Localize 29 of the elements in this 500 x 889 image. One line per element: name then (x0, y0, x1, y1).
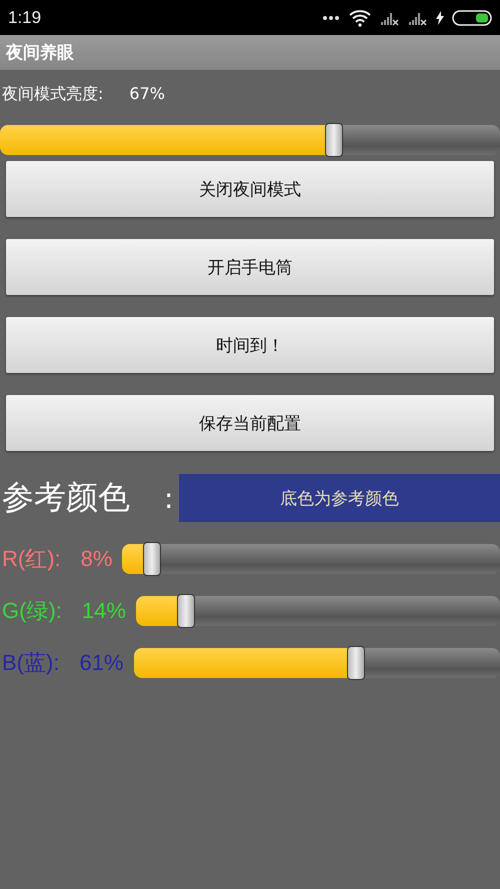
reference-color-label: 参考颜色 (2, 477, 130, 518)
action-button[interactable]: 开启手电筒 (6, 239, 494, 295)
channel-reading: 8% (80, 546, 112, 572)
channel-label: G(绿): (2, 597, 62, 625)
slider-track[interactable] (0, 125, 500, 155)
slider-track[interactable] (122, 544, 500, 574)
app-title: 夜间养眼 (6, 42, 74, 64)
battery-icon (452, 10, 492, 26)
more-icon (322, 14, 340, 20)
channel-label: B(蓝): (2, 649, 60, 677)
slider-thumb[interactable] (142, 542, 161, 576)
channel-reading: 61% (79, 650, 124, 676)
channel-label: R(红): (2, 545, 61, 573)
slider-thumb[interactable] (325, 123, 343, 157)
swatch-text: 底色为参考颜色 (280, 488, 400, 510)
brightness-reading: 67% (129, 84, 165, 105)
action-button[interactable]: 关闭夜间模式 (6, 161, 494, 217)
action-button[interactable]: 时间到！ (6, 317, 494, 373)
charging-icon (436, 10, 444, 24)
status-time: 1:19 (8, 8, 42, 28)
slider-thumb[interactable] (347, 646, 366, 680)
action-button[interactable]: 保存当前配置 (6, 395, 494, 451)
channel-reading: 14% (82, 598, 126, 624)
separator-colon: : (164, 482, 174, 514)
slider-thumb[interactable] (176, 594, 195, 628)
slider-track[interactable] (136, 596, 500, 626)
brightness-label: 夜间模式亮度: (2, 84, 104, 105)
wifi-icon (348, 8, 372, 26)
slider-track[interactable] (134, 648, 500, 678)
